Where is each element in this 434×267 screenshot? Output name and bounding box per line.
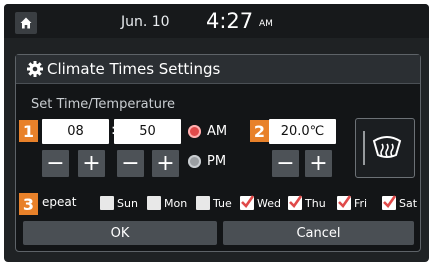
status-time: 4:27 — [206, 9, 254, 33]
day-label: Mon — [164, 196, 188, 210]
day-label: Tue — [213, 196, 232, 210]
rear-defrost-icon — [363, 131, 402, 165]
minute-decrease-button[interactable]: − — [117, 150, 144, 177]
status-ampm: AM — [259, 19, 273, 29]
home-button[interactable] — [15, 12, 37, 34]
day-label: Wed — [257, 196, 281, 210]
hour-field[interactable]: 08 — [42, 119, 109, 144]
checkbox-unchecked-icon — [100, 196, 114, 210]
temperature-decrease-button[interactable]: − — [272, 150, 299, 177]
day-checkbox-tue[interactable]: Tue — [196, 195, 232, 211]
am-radio[interactable]: AM — [188, 119, 227, 144]
day-checkbox-sat[interactable]: Sat — [382, 195, 417, 211]
day-label: Sun — [117, 196, 138, 210]
screen: Jun. 10 4:27 AM Climate Times Settings S… — [4, 4, 429, 262]
am-radio-indicator — [188, 125, 201, 138]
checkbox-unchecked-icon — [196, 196, 210, 210]
temperature-increase-button[interactable]: + — [305, 150, 332, 177]
pm-radio-indicator — [188, 155, 201, 168]
temperature-field[interactable]: 20.0℃ — [269, 119, 336, 144]
section-title: Set Time/Temperature — [31, 97, 176, 112]
hour-decrease-button[interactable]: − — [42, 150, 69, 177]
am-label: AM — [207, 124, 228, 139]
checkbox-checked-icon — [337, 195, 351, 210]
cancel-button[interactable]: Cancel — [223, 221, 414, 245]
day-checkbox-fri[interactable]: Fri — [337, 195, 367, 211]
defrost-button[interactable] — [355, 118, 415, 178]
marker-2: 2 — [250, 120, 269, 142]
day-label: Sat — [399, 196, 418, 210]
day-label: Thu — [305, 196, 326, 210]
status-date: Jun. 10 — [121, 14, 170, 30]
checkbox-checked-icon — [288, 195, 302, 210]
status-bar: Jun. 10 4:27 AM — [4, 4, 429, 38]
day-label: Fri — [354, 196, 368, 210]
minute-field[interactable]: 50 — [114, 119, 181, 144]
ok-button[interactable]: OK — [23, 221, 217, 245]
checkbox-checked-icon — [382, 195, 396, 210]
home-icon — [20, 17, 32, 29]
day-checkbox-thu[interactable]: Thu — [288, 195, 326, 211]
day-checkbox-wed[interactable]: Wed — [240, 195, 281, 211]
minute-increase-button[interactable]: + — [152, 150, 179, 177]
day-checkbox-sun[interactable]: Sun — [100, 195, 138, 211]
climate-times-dialog: Climate Times Settings Set Time/Temperat… — [15, 54, 421, 252]
marker-1: 1 — [19, 120, 38, 142]
pm-label: PM — [207, 154, 227, 169]
dialog-title: Climate Times Settings — [47, 60, 221, 78]
day-checkbox-mon[interactable]: Mon — [147, 195, 187, 211]
checkbox-checked-icon — [240, 195, 254, 210]
pm-radio[interactable]: PM — [188, 149, 226, 174]
repeat-label: epeat — [42, 195, 77, 209]
dialog-header: Climate Times Settings — [16, 55, 420, 84]
gear-icon — [27, 61, 43, 77]
marker-3: 3 — [19, 193, 38, 215]
hour-increase-button[interactable]: + — [78, 150, 105, 177]
checkbox-unchecked-icon — [147, 196, 161, 210]
